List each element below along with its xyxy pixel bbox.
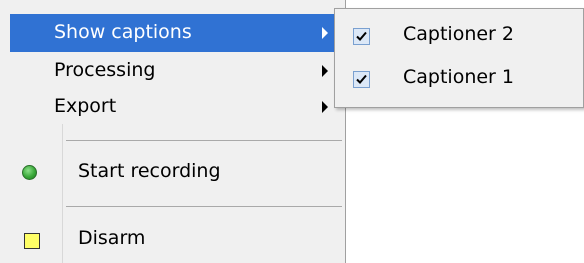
menu-item-label: Start recording xyxy=(78,160,221,182)
submenu-item-label: Captioner 1 xyxy=(403,66,514,88)
menu-separator xyxy=(66,206,342,207)
submenu-item-label: Captioner 2 xyxy=(403,23,514,45)
context-menu: Show captions Processing Export Start re… xyxy=(0,0,346,263)
checkmark-icon xyxy=(356,31,367,41)
submenu-item-captioner-1[interactable]: Captioner 1 xyxy=(339,59,579,97)
submenu-item-captioner-2[interactable]: Captioner 2 xyxy=(339,16,579,54)
menu-item-label: Disarm xyxy=(78,227,146,249)
submenu-arrow-icon xyxy=(322,65,328,77)
menu-item-show-captions[interactable]: Show captions xyxy=(10,14,336,52)
green-circle-icon xyxy=(22,165,37,180)
menu-item-start-recording[interactable]: Start recording xyxy=(10,153,336,191)
show-captions-submenu: Captioner 2 Captioner 1 xyxy=(334,8,584,108)
menu-item-disarm[interactable]: Disarm xyxy=(10,220,336,258)
submenu-arrow-icon xyxy=(322,101,328,113)
menu-separator xyxy=(66,140,342,141)
menu-item-label: Show captions xyxy=(54,21,192,43)
screen: Show captions Processing Export Start re… xyxy=(0,0,584,263)
checkmark-icon xyxy=(356,74,367,84)
menu-item-label: Export xyxy=(54,95,117,117)
menu-item-export[interactable]: Export xyxy=(10,88,336,126)
submenu-arrow-icon xyxy=(322,27,328,39)
menu-item-label: Processing xyxy=(54,59,156,81)
checkbox[interactable] xyxy=(353,71,370,88)
checkbox[interactable] xyxy=(353,28,370,45)
menu-item-processing[interactable]: Processing xyxy=(10,52,336,90)
yellow-square-icon xyxy=(24,233,40,249)
